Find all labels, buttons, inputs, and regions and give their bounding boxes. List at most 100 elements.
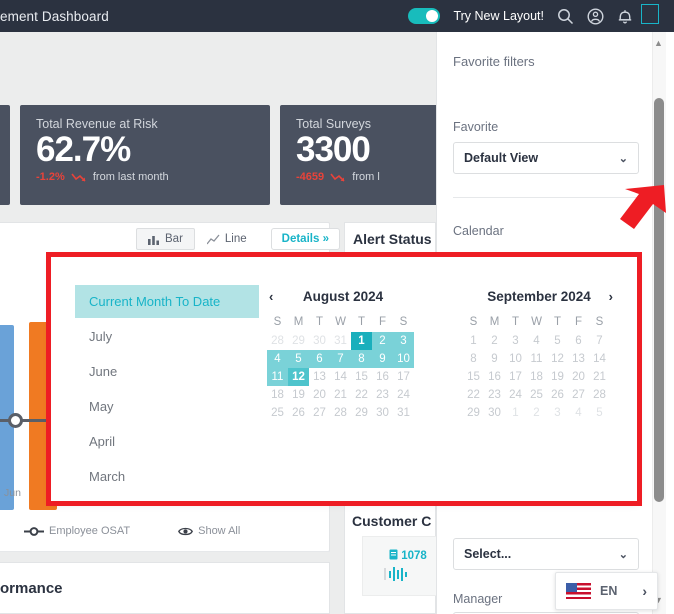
calendar-preset-item[interactable]: June: [75, 355, 259, 388]
calendar-day-cell[interactable]: 16: [372, 368, 393, 386]
calendar-day-cell[interactable]: 13: [568, 350, 589, 368]
kpi-value: 62.7%: [36, 130, 131, 169]
calendar-day-cell[interactable]: 27: [568, 386, 589, 404]
try-new-layout-toggle[interactable]: [408, 8, 441, 24]
calendar-preset-item[interactable]: July: [75, 320, 259, 353]
chart-type-line-button[interactable]: Line: [195, 228, 259, 250]
secondary-select[interactable]: Select... ⌄: [453, 538, 639, 570]
calendar-day-cell[interactable]: 7: [589, 332, 610, 350]
search-icon[interactable]: [557, 8, 574, 25]
scroll-up-arrow-icon[interactable]: ▲: [654, 38, 663, 48]
calendar-day-cell[interactable]: 23: [372, 386, 393, 404]
legend-item-show-all[interactable]: Show All: [178, 525, 240, 537]
calendar-preset-item[interactable]: March: [75, 460, 259, 493]
calendar-day-cell[interactable]: 23: [484, 386, 505, 404]
calendar-day-cell[interactable]: 11: [267, 368, 288, 386]
kpi-card-total-revenue-at-risk[interactable]: Total Revenue at Risk 62.7% -1.2% from l…: [20, 105, 270, 205]
calendar-day-cell[interactable]: 14: [330, 368, 351, 386]
chart-x-axis-label: Jun: [4, 487, 21, 499]
calendar-day-cell[interactable]: 20: [568, 368, 589, 386]
calendar-day-cell[interactable]: 29: [288, 332, 309, 350]
calendar-day-cell[interactable]: 21: [330, 386, 351, 404]
calendar-day-cell[interactable]: 2: [526, 404, 547, 422]
calendar-day-cell[interactable]: 5: [547, 332, 568, 350]
calendar-day-cell[interactable]: 14: [589, 350, 610, 368]
calendar-day-cell[interactable]: 13: [309, 368, 330, 386]
calendar-day-cell[interactable]: 31: [330, 332, 351, 350]
calendar-day-cell[interactable]: 12: [288, 368, 309, 386]
calendar-day-cell[interactable]: 6: [568, 332, 589, 350]
calendar-day-cell[interactable]: 5: [589, 404, 610, 422]
calendar-preset-item[interactable]: April: [75, 425, 259, 458]
calendar-day-cell[interactable]: 8: [463, 350, 484, 368]
calendar-day-cell[interactable]: 2: [484, 332, 505, 350]
calendar-day-cell[interactable]: 15: [463, 368, 484, 386]
calendar-preset-item[interactable]: Current Month To Date: [75, 285, 259, 318]
calendar-day-cell[interactable]: 9: [372, 350, 393, 368]
calendar-day-cell[interactable]: 18: [267, 386, 288, 404]
calendar-day-cell[interactable]: 3: [393, 332, 414, 350]
calendar-day-cell[interactable]: 30: [372, 404, 393, 422]
calendar-day-cell[interactable]: 19: [288, 386, 309, 404]
calendar-day-cell[interactable]: 1: [505, 404, 526, 422]
calendar-day-cell[interactable]: 1: [463, 332, 484, 350]
calendar-day-cell[interactable]: 11: [526, 350, 547, 368]
calendar-day-cell[interactable]: 21: [589, 368, 610, 386]
calendar-day-cell[interactable]: 31: [393, 404, 414, 422]
calendar-day-cell[interactable]: 17: [505, 368, 526, 386]
calendar-day-cell[interactable]: 1: [351, 332, 372, 350]
legend-item-employee-osat[interactable]: Employee OSAT: [24, 525, 130, 537]
calendar-day-cell[interactable]: 27: [309, 404, 330, 422]
calendar-day-cell[interactable]: 30: [484, 404, 505, 422]
calendar-day-cell[interactable]: 6: [309, 350, 330, 368]
calendar-day-cell[interactable]: 12: [547, 350, 568, 368]
calendar-day-cell[interactable]: 3: [505, 332, 526, 350]
calendar-day-cell[interactable]: 30: [309, 332, 330, 350]
calendar-day-cell[interactable]: 3: [547, 404, 568, 422]
chart-type-bar-button[interactable]: Bar: [136, 228, 195, 250]
calendar-day-cell[interactable]: 15: [351, 368, 372, 386]
calendar-next-month-button[interactable]: ›: [609, 289, 613, 304]
calendar-day-cell[interactable]: 10: [393, 350, 414, 368]
calendar-day-cell[interactable]: 28: [267, 332, 288, 350]
calendar-day-cell[interactable]: 28: [589, 386, 610, 404]
language-selector[interactable]: EN ›: [555, 572, 658, 610]
calendar-day-cell[interactable]: 24: [505, 386, 526, 404]
bell-icon[interactable]: [617, 8, 633, 25]
calendar-day-cell[interactable]: 7: [330, 350, 351, 368]
calendar-day-cell[interactable]: 22: [463, 386, 484, 404]
calendar-prev-month-button[interactable]: ‹: [269, 289, 273, 304]
calendar-day-cell[interactable]: 16: [484, 368, 505, 386]
calendar-day-cell[interactable]: 24: [393, 386, 414, 404]
chart-details-button[interactable]: Details »: [270, 228, 340, 250]
calendar-day-cell[interactable]: 17: [393, 368, 414, 386]
calendar-day-cell[interactable]: 2: [372, 332, 393, 350]
calendar-day-cell[interactable]: 18: [526, 368, 547, 386]
calendar-day-cell[interactable]: 26: [288, 404, 309, 422]
panel-toggle-icon[interactable]: [641, 4, 659, 24]
calendar-day-cell[interactable]: 25: [267, 404, 288, 422]
calendar-day-of-week: S: [595, 316, 604, 328]
calendar-day-cell[interactable]: 29: [351, 404, 372, 422]
calendar-day-cell[interactable]: 28: [330, 404, 351, 422]
calendar-day-cell[interactable]: 4: [526, 332, 547, 350]
chart-type-line-label: Line: [224, 233, 247, 245]
favorite-select[interactable]: Default View ⌄: [453, 142, 639, 174]
calendar-day-cell[interactable]: 26: [547, 386, 568, 404]
calendar-day-cell[interactable]: 8: [351, 350, 372, 368]
calendar-day-cell[interactable]: 29: [463, 404, 484, 422]
account-icon[interactable]: [587, 7, 604, 25]
calendar-day-cell[interactable]: 10: [505, 350, 526, 368]
calendar-day-cell[interactable]: 9: [484, 350, 505, 368]
kpi-card-partial: [0, 105, 10, 205]
sidebar-scrollbar-thumb[interactable]: [654, 98, 664, 502]
calendar-day-cell[interactable]: 4: [568, 404, 589, 422]
header-actions: Try New Layout!: [408, 7, 674, 25]
calendar-day-cell[interactable]: 25: [526, 386, 547, 404]
calendar-day-cell[interactable]: 20: [309, 386, 330, 404]
calendar-preset-item[interactable]: May: [75, 390, 259, 423]
calendar-day-cell[interactable]: 22: [351, 386, 372, 404]
calendar-day-cell[interactable]: 19: [547, 368, 568, 386]
calendar-day-cell[interactable]: 4: [267, 350, 288, 368]
calendar-day-cell[interactable]: 5: [288, 350, 309, 368]
